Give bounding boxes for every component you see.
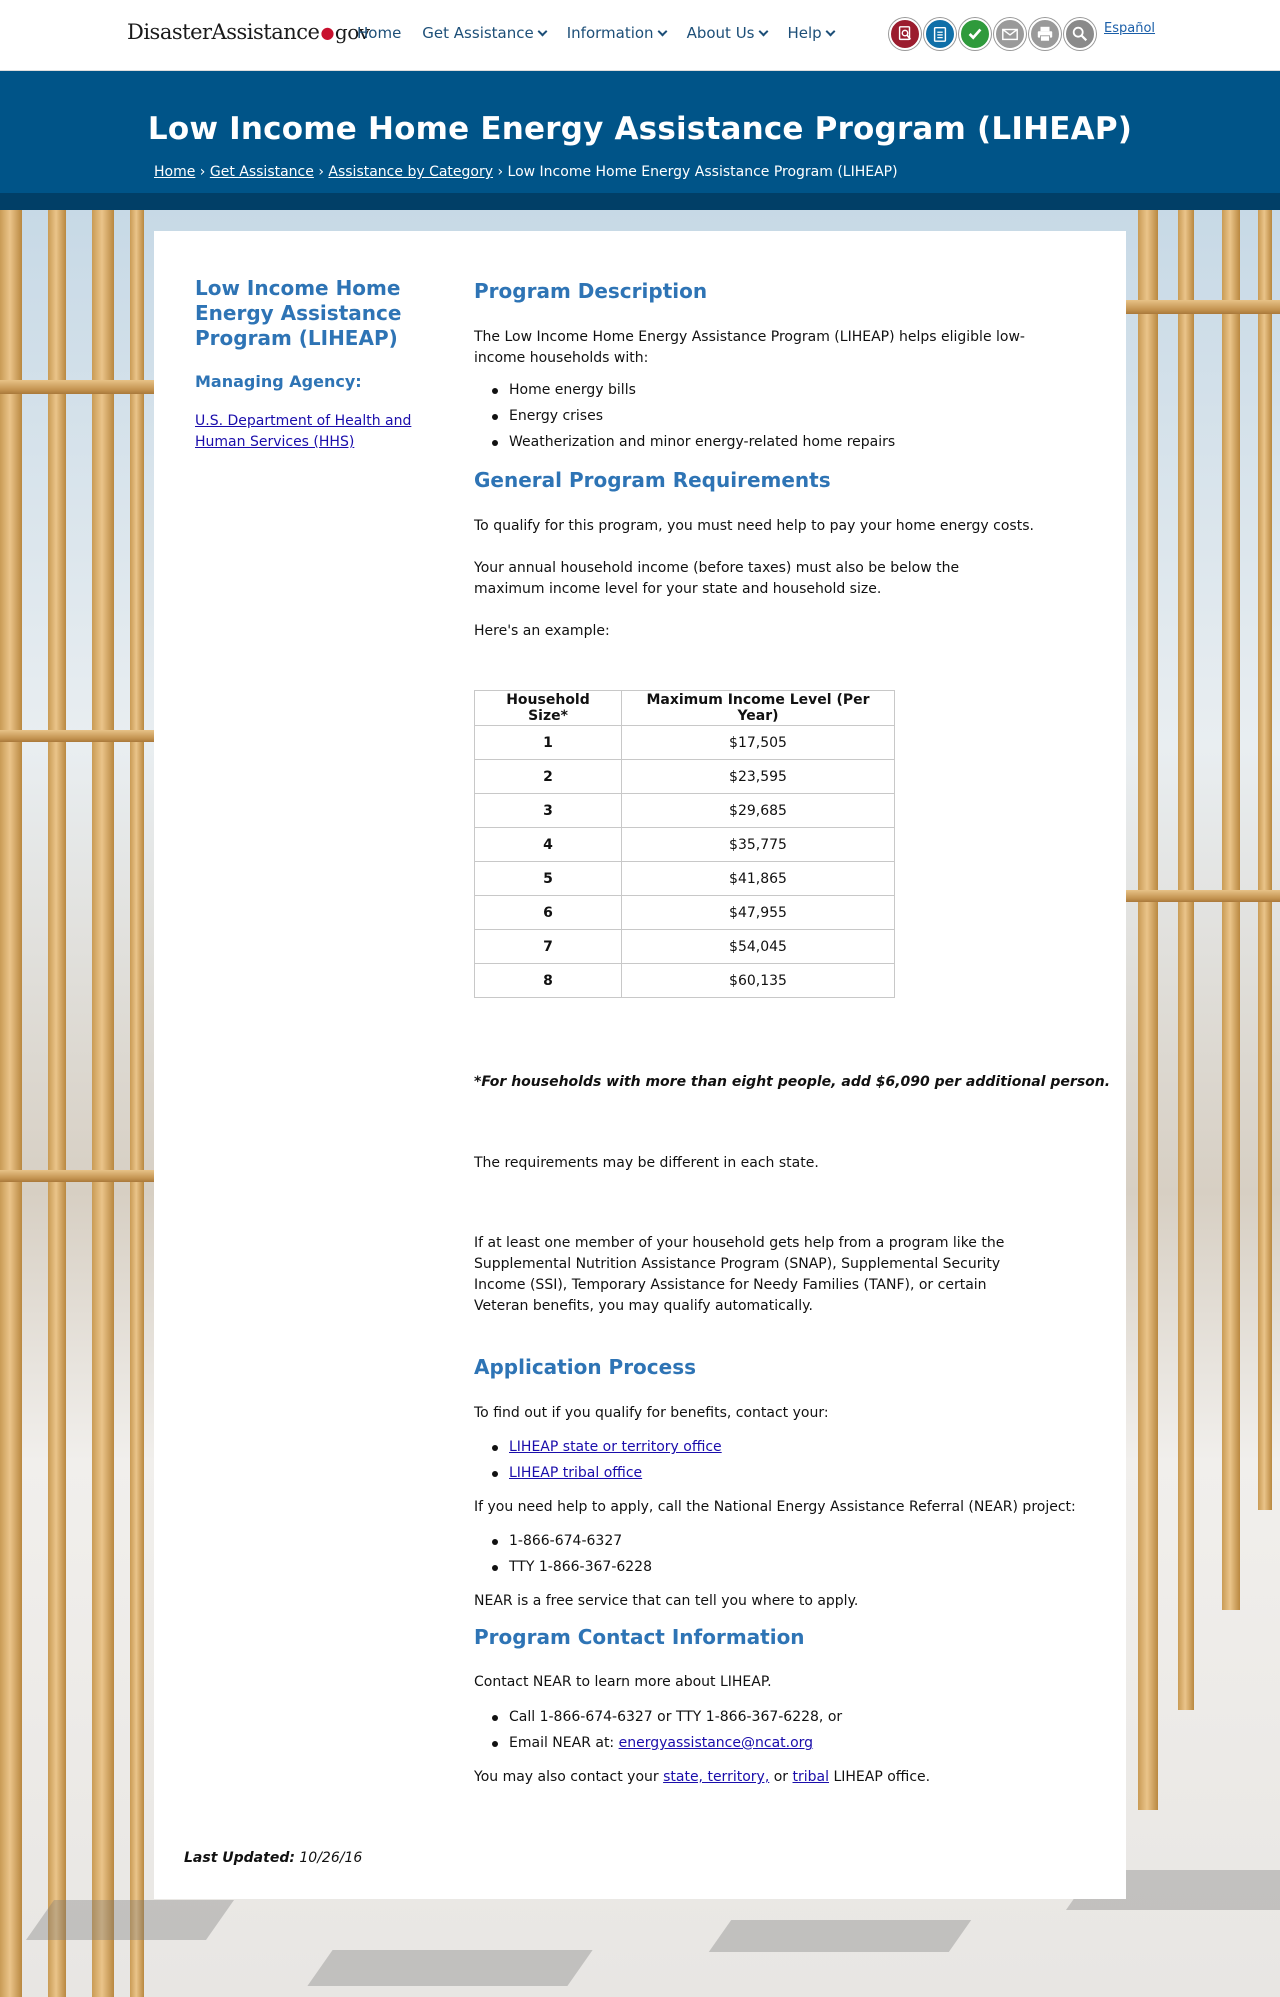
chevron-down-icon [758, 26, 768, 36]
breadcrumb-home[interactable]: Home [154, 164, 195, 180]
email-button[interactable] [994, 18, 1026, 50]
content-card: Low Income Home Energy Assistance Progra… [154, 231, 1126, 1899]
utility-toolbar [889, 18, 1096, 50]
application-process-heading: Application Process [474, 1355, 697, 1379]
income-table: Household Size* Maximum Income Level (Pe… [474, 690, 895, 998]
program-description-text: The Low Income Home Energy Assistance Pr… [474, 329, 1025, 366]
column-header-max-income: Maximum Income Level (Per Year) [621, 690, 895, 726]
program-description-heading: Program Description [474, 279, 708, 303]
espanol-link[interactable]: Español [1104, 21, 1155, 36]
nav-home[interactable]: Home [357, 24, 401, 42]
list-item: Call 1-866-674-6327 or TTY 1-866-367-622… [491, 1707, 842, 1733]
table-row: 5 $41,865 [474, 861, 895, 896]
application-text-2: If you need help to apply, call the Nati… [474, 1499, 1076, 1515]
list-item: 1-866-674-6327 [492, 1531, 652, 1557]
table-row: 2 $23,595 [474, 759, 895, 794]
nav-information[interactable]: Information [567, 24, 668, 42]
magnifier-document-icon [898, 26, 912, 41]
liheap-state-office-link[interactable]: LIHEAP state or territory office [509, 1439, 722, 1455]
clipboard-icon [933, 26, 947, 42]
tribal-link[interactable]: tribal [793, 1769, 830, 1785]
list-item: Energy crises [491, 406, 895, 432]
checkmark-icon [968, 28, 982, 40]
table-row: 6 $47,955 [474, 895, 895, 930]
table-row: 1 $17,505 [474, 725, 895, 760]
list-item: LIHEAP state or territory office [492, 1437, 722, 1463]
list-item: LIHEAP tribal office [492, 1463, 722, 1489]
breadcrumb-get-assistance[interactable]: Get Assistance [210, 164, 314, 180]
list-item: TTY 1-866-367-6228 [492, 1557, 652, 1583]
household-size-note: *For households with more than eight peo… [474, 1074, 1111, 1090]
sidebar-program-title: Low Income Home Energy Assistance Progra… [195, 276, 402, 350]
managing-agency-label: Managing Agency: [195, 372, 362, 391]
find-assistance-button[interactable] [889, 18, 921, 50]
main-nav: Home Get Assistance Information About Us… [357, 24, 836, 42]
requirements-text-2: Your annual household income (before tax… [474, 560, 960, 597]
list-item: Weatherization and minor energy-related … [491, 432, 895, 458]
requirements-text-5: If at least one member of your household… [474, 1235, 1005, 1314]
requirements-text-3: Here's an example: [474, 623, 610, 639]
table-row: 8 $60,135 [474, 963, 895, 998]
search-icon [1072, 26, 1088, 42]
nav-about-us[interactable]: About Us [687, 24, 768, 42]
application-text-1: To find out if you qualify for benefits,… [474, 1405, 829, 1421]
application-office-links: LIHEAP state or territory office LIHEAP … [474, 1437, 722, 1489]
managing-agency-link[interactable]: U.S. Department of Health and Human Serv… [195, 411, 425, 453]
liheap-tribal-office-link[interactable]: LIHEAP tribal office [509, 1465, 642, 1481]
printer-icon [1037, 26, 1053, 42]
logo-text-disaster: Disaster [127, 20, 212, 44]
search-button[interactable] [1064, 18, 1096, 50]
requirements-text-1: To qualify for this program, you must ne… [474, 518, 1034, 534]
site-logo[interactable]: DisasterAssistance●gov [127, 20, 370, 44]
contact-text-1: Contact NEAR to learn more about LIHEAP. [474, 1674, 772, 1690]
requirements-heading: General Program Requirements [474, 468, 831, 492]
last-updated: Last Updated: 10/26/16 [184, 1850, 363, 1866]
nav-get-assistance[interactable]: Get Assistance [422, 24, 548, 42]
checklist-button[interactable] [924, 18, 956, 50]
table-row: 3 $29,685 [474, 793, 895, 828]
logo-dot: ● [320, 23, 334, 42]
table-row: 4 $35,775 [474, 827, 895, 862]
list-item: Home energy bills [491, 380, 895, 406]
chevron-down-icon [537, 26, 548, 36]
contact-information-heading: Program Contact Information [474, 1625, 805, 1649]
top-navigation-bar: DisasterAssistance●gov Home Get Assistan… [0, 0, 1280, 71]
near-email-link[interactable]: energyassistance@ncat.org [619, 1735, 813, 1751]
contact-list: Call 1-866-674-6327 or TTY 1-866-367-622… [474, 1707, 842, 1759]
contact-text-2: You may also contact your state, territo… [474, 1769, 931, 1785]
page-header: Low Income Home Energy Assistance Progra… [0, 71, 1280, 193]
table-header-row: Household Size* Maximum Income Level (Pe… [474, 690, 895, 726]
requirements-text-4: The requirements may be different in eac… [474, 1155, 819, 1171]
page-title: Low Income Home Energy Assistance Progra… [147, 111, 1133, 147]
near-phone-list: 1-866-674-6327 TTY 1-866-367-6228 [474, 1531, 652, 1583]
envelope-icon [1002, 28, 1018, 41]
column-header-household-size: Household Size* [474, 690, 622, 726]
header-divider [0, 193, 1280, 210]
breadcrumb: Home › Get Assistance › Assistance by Ca… [154, 164, 898, 180]
table-row: 7 $54,045 [474, 929, 895, 964]
logo-text-assistance: Assistance [211, 20, 320, 44]
program-description-list: Home energy bills Energy crises Weatheri… [474, 380, 895, 458]
application-text-3: NEAR is a free service that can tell you… [474, 1593, 859, 1609]
chevron-down-icon [825, 26, 836, 36]
chevron-down-icon [657, 26, 668, 36]
nav-help[interactable]: Help [788, 24, 836, 42]
list-item: Email NEAR at: energyassistance@ncat.org [491, 1733, 842, 1759]
breadcrumb-category[interactable]: Assistance by Category [328, 164, 493, 180]
breadcrumb-current: Low Income Home Energy Assistance Progra… [507, 164, 898, 180]
state-territory-link[interactable]: state, territory, [663, 1769, 769, 1785]
print-button[interactable] [1029, 18, 1061, 50]
check-status-button[interactable] [959, 18, 991, 50]
